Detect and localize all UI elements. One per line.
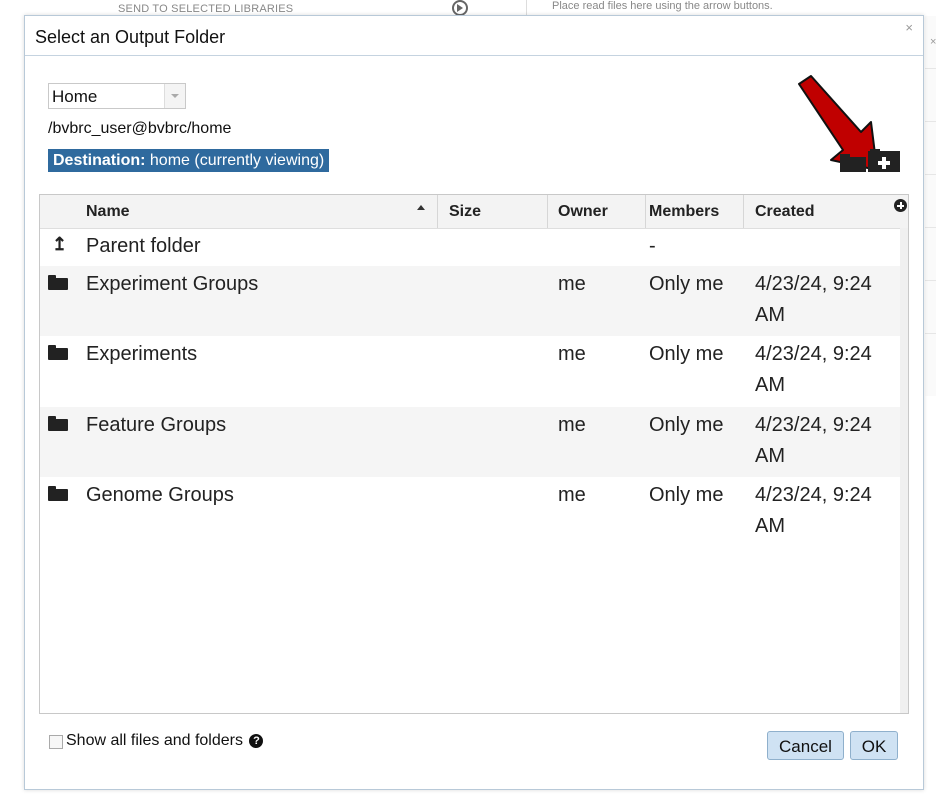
row-created-suffix: AM	[755, 445, 785, 467]
show-all-label: Show all files and folders ?	[66, 732, 264, 750]
background-close-icon: ×	[930, 36, 936, 48]
row-name: Genome Groups	[86, 484, 234, 506]
column-header-name[interactable]: Name	[86, 195, 130, 228]
arrow-right-icon[interactable]	[452, 0, 468, 16]
row-owner: me	[558, 273, 586, 295]
show-all-label-text: Show all files and folders	[66, 732, 243, 749]
cancel-button[interactable]: Cancel	[767, 731, 844, 760]
row-created: 4/23/24, 9:24	[755, 343, 872, 365]
row-name: Experiments	[86, 343, 198, 365]
destination-badge: Destination: home (currently viewing)	[48, 149, 330, 172]
column-header-members[interactable]: Members	[649, 195, 719, 228]
file-grid: Name Size Owner Members Created ↥ Parent…	[39, 194, 909, 714]
parent-folder-icon: ↥	[52, 234, 68, 254]
current-path: /bvbrc_user@bvbrc/home	[48, 120, 232, 137]
ok-button[interactable]: OK	[850, 731, 898, 760]
row-name: Parent folder	[86, 235, 201, 257]
dialog-titlebar: Select an Output Folder ×	[25, 16, 923, 56]
column-options-icon[interactable]	[894, 199, 907, 212]
row-created: 4/23/24, 9:24	[755, 414, 872, 436]
new-folder-icon[interactable]	[838, 149, 902, 173]
row-created: 4/23/24, 9:24	[755, 484, 872, 506]
table-row[interactable]: Experiments me Only me 4/23/24, 9:24 AM	[40, 336, 900, 407]
folder-icon	[48, 416, 68, 431]
chevron-down-icon[interactable]	[164, 84, 185, 108]
row-created-suffix: AM	[755, 515, 785, 537]
row-members: Only me	[649, 273, 724, 295]
folder-icon	[48, 486, 68, 501]
row-members: Only me	[649, 484, 724, 506]
help-icon[interactable]: ?	[249, 734, 264, 748]
row-owner: me	[558, 484, 586, 506]
folder-icon	[48, 275, 68, 290]
row-members: Only me	[649, 343, 724, 365]
row-owner: me	[558, 343, 586, 365]
row-owner: me	[558, 414, 586, 436]
table-row[interactable]: ↥ Parent folder -	[40, 228, 900, 266]
row-created-suffix: AM	[755, 304, 785, 326]
destination-label: Destination:	[53, 152, 146, 169]
show-all-checkbox[interactable]	[49, 735, 63, 749]
column-header-size[interactable]: Size	[449, 195, 481, 228]
dialog-title: Select an Output Folder	[35, 27, 226, 47]
destination-value: home (currently viewing)	[149, 152, 325, 169]
folder-select[interactable]: Home	[48, 83, 186, 109]
row-members: -	[649, 235, 656, 257]
table-row[interactable]: Experiment Groups me Only me 4/23/24, 9:…	[40, 266, 900, 336]
send-to-libraries-label: SEND TO SELECTED LIBRARIES	[118, 3, 294, 15]
column-header-owner[interactable]: Owner	[558, 195, 608, 228]
folder-icon	[48, 345, 68, 360]
table-row[interactable]: Feature Groups me Only me 4/23/24, 9:24 …	[40, 407, 900, 477]
row-name: Feature Groups	[86, 414, 227, 436]
folder-select-value: Home	[52, 87, 98, 106]
row-members: Only me	[649, 414, 724, 436]
place-files-hint: Place read files here using the arrow bu…	[552, 0, 773, 12]
column-header-created[interactable]: Created	[755, 195, 815, 228]
row-created-suffix: AM	[755, 374, 785, 396]
close-icon[interactable]: ×	[905, 20, 913, 35]
table-row[interactable]: Genome Groups me Only me 4/23/24, 9:24 A…	[40, 477, 900, 548]
grid-scrollbar[interactable]	[900, 228, 908, 713]
row-name: Experiment Groups	[86, 273, 259, 295]
sort-ascending-icon[interactable]	[417, 205, 425, 210]
background-divider	[526, 0, 527, 16]
row-created: 4/23/24, 9:24	[755, 273, 872, 295]
grid-header: Name Size Owner Members Created	[40, 195, 908, 229]
output-folder-dialog: Select an Output Folder × Home /bvbrc_us…	[24, 15, 924, 790]
background-right-strip	[925, 16, 936, 396]
